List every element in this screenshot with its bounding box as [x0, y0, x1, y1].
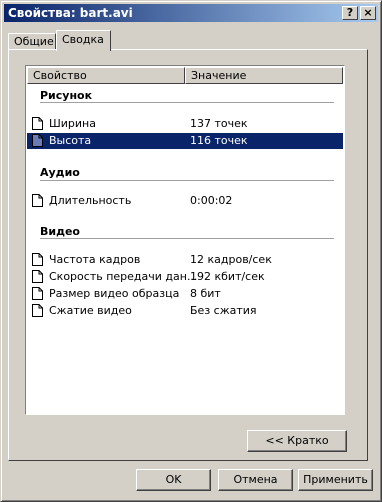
property-value: 12 кадров/сек: [190, 253, 272, 266]
group-divider: [40, 180, 334, 181]
document-icon: [32, 270, 43, 283]
group-heading: Рисунок: [40, 89, 93, 102]
property-name: Сжатие видео: [49, 304, 132, 317]
property-name: Высота: [49, 134, 92, 147]
document-icon: [32, 194, 43, 207]
tab-summary[interactable]: Сводка: [56, 30, 111, 51]
property-value: 137 точек: [190, 117, 248, 130]
column-header-property[interactable]: Свойство: [27, 67, 185, 84]
property-name: Ширина: [49, 117, 96, 130]
document-icon: [32, 134, 43, 147]
property-name: Скорость передачи дан...: [49, 270, 198, 283]
property-value: 116 точек: [190, 134, 248, 147]
document-icon: [32, 117, 43, 130]
close-button[interactable]: ×: [360, 6, 376, 20]
document-icon: [32, 287, 43, 300]
column-header-label: Значение: [191, 69, 247, 82]
apply-button[interactable]: Применить: [298, 469, 373, 491]
document-icon: [32, 253, 43, 266]
column-header-value[interactable]: Значение: [185, 67, 343, 84]
document-icon: [32, 304, 43, 317]
window-title: Свойства: bart.avi: [8, 6, 133, 20]
list-item[interactable]: Сжатие видео Без сжатия: [27, 303, 343, 319]
list-item[interactable]: Размер видео образца 8 бит: [27, 286, 343, 302]
brief-button[interactable]: << Кратко: [247, 430, 347, 452]
list-item[interactable]: Скорость передачи дан... 192 кбит/сек: [27, 269, 343, 285]
list-item[interactable]: Ширина 137 точек: [27, 116, 343, 132]
property-value: 8 бит: [190, 287, 221, 300]
property-value: 0:00:02: [190, 194, 233, 207]
tab-label: Общие: [14, 35, 54, 48]
ok-button[interactable]: OK: [136, 469, 211, 491]
cancel-button[interactable]: Отмена: [218, 469, 293, 491]
property-name: Размер видео образца: [49, 287, 180, 300]
help-button[interactable]: ?: [342, 6, 358, 20]
list-item[interactable]: Длительность 0:00:02: [27, 193, 343, 209]
group-divider: [40, 238, 334, 239]
group-heading: Видео: [40, 225, 80, 238]
title-bar[interactable]: Свойства: bart.avi ? ×: [4, 4, 378, 22]
tab-general[interactable]: Общие: [8, 33, 56, 50]
properties-list[interactable]: Свойство Значение Рисунок Ширина 137 точ…: [25, 65, 345, 415]
list-item-selected[interactable]: Высота 116 точек: [27, 133, 343, 149]
group-divider: [40, 102, 334, 103]
property-name: Частота кадров: [49, 253, 141, 266]
property-value: Без сжатия: [190, 304, 257, 317]
property-name: Длительность: [49, 194, 132, 207]
list-item[interactable]: Частота кадров 12 кадров/сек: [27, 252, 343, 268]
column-header-label: Свойство: [33, 69, 87, 82]
tab-label: Сводка: [62, 33, 104, 46]
group-heading: Аудио: [40, 166, 80, 179]
property-value: 192 кбит/сек: [190, 270, 265, 283]
